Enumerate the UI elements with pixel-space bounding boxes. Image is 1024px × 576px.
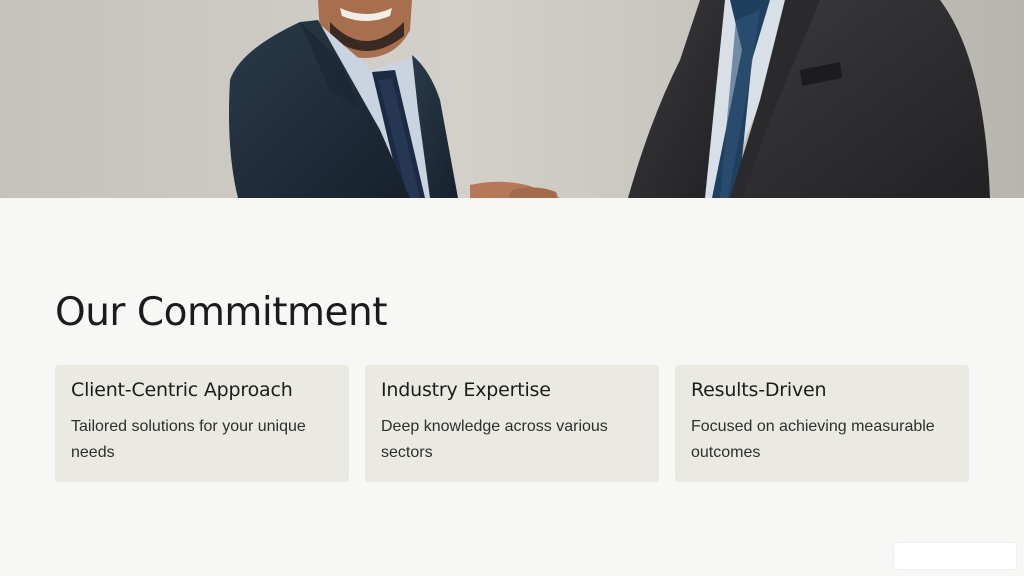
card-text: Tailored solutions for your unique needs bbox=[71, 418, 306, 461]
card-heading: Results-Driven bbox=[691, 379, 827, 401]
commitment-section: Our Commitment Client-Centric Approach T… bbox=[0, 198, 1024, 576]
card-text: Focused on achieving measurable outcomes bbox=[691, 418, 935, 461]
card-heading: Industry Expertise bbox=[381, 379, 551, 401]
hero-image bbox=[0, 0, 1024, 198]
corner-badge[interactable] bbox=[894, 543, 1016, 569]
card-heading: Client-Centric Approach bbox=[71, 379, 293, 401]
card-results-driven: Results-Driven Focused on achieving meas… bbox=[675, 365, 969, 482]
card-industry-expertise: Industry Expertise Deep knowledge across… bbox=[365, 365, 659, 482]
section-title: Our Commitment bbox=[55, 290, 388, 335]
handshake-illustration bbox=[0, 0, 1024, 198]
card-client-centric: Client-Centric Approach Tailored solutio… bbox=[55, 365, 349, 482]
card-text: Deep knowledge across various sectors bbox=[381, 418, 608, 461]
